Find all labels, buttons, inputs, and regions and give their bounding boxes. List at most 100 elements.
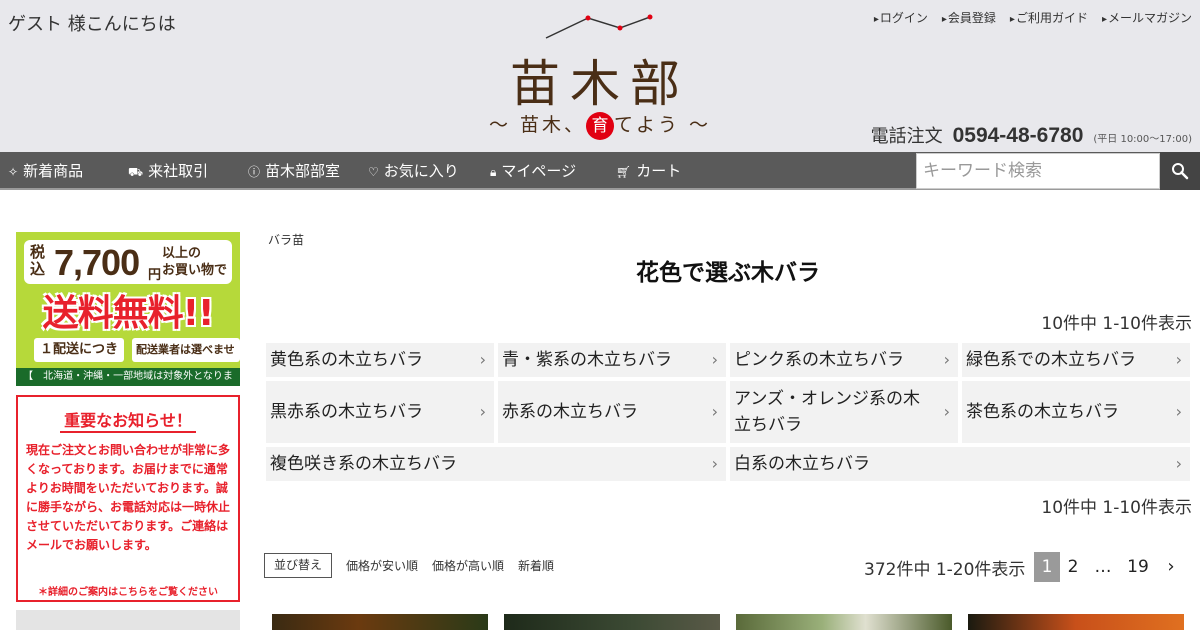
per-shipment-label: １配送につき xyxy=(34,338,125,362)
sort-price-asc[interactable]: 価格が安い順 xyxy=(346,557,418,574)
shipping-condition: 以上の お買い物で xyxy=(162,245,227,279)
cart-icon: 🛒︎ xyxy=(616,165,632,179)
category-label: 黄色系の木立ちバラ xyxy=(270,350,423,370)
shipping-yen: 円 xyxy=(148,268,162,283)
register-link[interactable]: 会員登録 xyxy=(942,9,996,26)
category-count-bottom: 10件中 1-10件表示 xyxy=(1041,498,1192,518)
category-label: 黒赤系の木立ちバラ xyxy=(270,402,423,422)
category-bicolor[interactable]: 複色咲き系の木立ちバラ › xyxy=(266,447,726,481)
phone-order: 電話注文 0594-48-6780 (平日 10:00〜17:00) xyxy=(871,122,1192,148)
category-green[interactable]: 緑色系での木立ちバラ › xyxy=(962,343,1190,377)
category-yellow[interactable]: 黄色系の木立ちバラ › xyxy=(266,343,494,377)
product-thumbnail[interactable] xyxy=(272,614,488,630)
heart-icon: ♡ xyxy=(368,165,379,179)
page-title: 花色で選ぶ木バラ xyxy=(636,260,820,286)
shipping-condition-line2: お買い物で xyxy=(162,263,228,278)
result-count: 372件中 1-20件表示 xyxy=(864,560,1026,580)
logo-name: 苗木部 xyxy=(510,55,690,113)
nav-item-my-page[interactable]: 🔒︎ マイページ xyxy=(490,152,576,190)
category-red[interactable]: 赤系の木立ちバラ › xyxy=(498,381,726,443)
shipping-amount: 7,700 xyxy=(54,242,140,283)
category-label: ピンク系の木立ちバラ xyxy=(734,350,904,370)
carrier-note: 配送業者は選べません xyxy=(132,338,240,380)
notice-details-link[interactable]: ＊詳細のご案内はこちらをご覧ください xyxy=(18,583,238,598)
breadcrumb[interactable]: バラ苗 xyxy=(268,231,304,248)
info-icon: ⓘ xyxy=(248,165,261,179)
site-header: ゲスト 様こんにちは ログイン 会員登録 ご利用ガイド メールマガジン 苗木部 … xyxy=(0,0,1200,152)
search-icon xyxy=(1172,163,1189,180)
search-input[interactable] xyxy=(916,153,1160,189)
phone-label: 電話注文 xyxy=(870,126,943,147)
product-thumbnail[interactable] xyxy=(736,614,952,630)
product-thumbnail[interactable] xyxy=(968,614,1184,630)
chevron-right-icon: › xyxy=(1175,454,1182,473)
sidebar-box xyxy=(16,610,240,630)
category-label: アンズ・オレンジ系の木立ちバラ xyxy=(734,389,920,435)
nav-item-cart[interactable]: 🛒︎ カート xyxy=(616,152,681,190)
nav-item-favorites[interactable]: ♡ お気に入り xyxy=(368,152,459,190)
chevron-right-icon: › xyxy=(711,350,718,369)
sort-label: 並び替え xyxy=(264,553,333,578)
category-white[interactable]: 白系の木立ちバラ › xyxy=(730,447,1190,481)
chevron-right-icon: › xyxy=(943,350,950,369)
category-label: 緑色系での木立ちバラ xyxy=(966,350,1136,370)
category-pink[interactable]: ピンク系の木立ちバラ › xyxy=(730,343,958,377)
important-notice-banner[interactable]: 重要なお知らせ！ 現在ご注文とお問い合わせが非常に多くなっております。お届けまで… xyxy=(16,395,240,602)
category-label: 青・紫系の木立ちバラ xyxy=(502,350,672,370)
tagline-before: ～ 苗木、 xyxy=(488,114,586,136)
nav-item-club-room[interactable]: ⓘ 苗木部部室 xyxy=(248,152,340,190)
chevron-right-icon: › xyxy=(479,402,486,421)
truck-icon: ⛟ xyxy=(128,165,144,179)
category-label: 赤系の木立ちバラ xyxy=(502,402,638,422)
login-link[interactable]: ログイン xyxy=(874,9,928,26)
search-button[interactable] xyxy=(1160,152,1200,190)
guide-link[interactable]: ご利用ガイド xyxy=(1010,9,1088,26)
sort-newest[interactable]: 新着順 xyxy=(518,557,554,574)
notice-underline xyxy=(60,431,196,433)
chevron-right-icon: › xyxy=(1167,556,1175,577)
category-apricot-orange[interactable]: アンズ・オレンジ系の木立ちバラ › xyxy=(730,381,958,443)
nav-item-new-products[interactable]: ✧ 新着商品 xyxy=(8,152,83,190)
chevron-right-icon: › xyxy=(943,402,950,421)
free-shipping-banner[interactable]: 税込 7,700 円 以上の お買い物で 送料無料!! １配送につき 配送業者は… xyxy=(16,232,240,386)
shipping-condition-line1: 以上の xyxy=(162,246,202,261)
nav-item-label: 来社取引 xyxy=(148,162,209,180)
shipping-tax-label: 税込 xyxy=(30,243,46,278)
page-19[interactable]: 19 xyxy=(1124,552,1152,582)
sparkle-icon: ✧ xyxy=(8,165,19,179)
chevron-right-icon: › xyxy=(711,402,718,421)
category-label: 茶色系の木立ちバラ xyxy=(966,402,1119,422)
chevron-right-icon: › xyxy=(1175,350,1182,369)
greeting-text: ゲスト 様こんにちは xyxy=(8,14,176,35)
page-2[interactable]: 2 xyxy=(1062,552,1084,582)
chevron-right-icon: › xyxy=(711,454,718,473)
product-thumbnail[interactable] xyxy=(504,614,720,630)
site-logo[interactable]: 苗木部 ～ 苗木、育てよう ～ xyxy=(478,14,722,140)
nav-item-label: マイページ xyxy=(501,162,577,180)
chevron-right-icon: › xyxy=(1175,402,1182,421)
next-page-button[interactable]: › xyxy=(1160,552,1182,582)
page-1[interactable]: 1 xyxy=(1034,552,1060,582)
nav-item-visit-trade[interactable]: ⛟ 来社取引 xyxy=(128,152,208,190)
top-links: ログイン 会員登録 ご利用ガイド メールマガジン xyxy=(874,9,1192,26)
lock-icon: 🔒︎ xyxy=(490,165,497,179)
category-blue-purple[interactable]: 青・紫系の木立ちバラ › xyxy=(498,343,726,377)
nav-item-label: カート xyxy=(636,162,682,180)
category-black-red[interactable]: 黒赤系の木立ちバラ › xyxy=(266,381,494,443)
page-ellipsis: … xyxy=(1094,557,1112,577)
newsletter-link[interactable]: メールマガジン xyxy=(1102,9,1192,26)
sort-price-desc[interactable]: 価格が高い順 xyxy=(432,557,504,574)
category-brown[interactable]: 茶色系の木立ちバラ › xyxy=(962,381,1190,443)
phone-number[interactable]: 0594-48-6780 xyxy=(953,124,1084,148)
chevron-right-icon: › xyxy=(479,350,486,369)
sort-bar: 並び替え 価格が安い順 価格が高い順 新着順 xyxy=(264,553,554,578)
tagline-highlight: 育 xyxy=(586,111,614,140)
tagline-after: てよう ～ xyxy=(614,114,712,136)
free-shipping-text: 送料無料!! xyxy=(42,293,215,334)
category-label: 複色咲き系の木立ちバラ xyxy=(270,454,457,474)
notice-title: 重要なお知らせ！ xyxy=(64,411,192,430)
logo-tagline: ～ 苗木、育てよう ～ xyxy=(478,110,722,140)
category-label: 白系の木立ちバラ xyxy=(734,454,870,474)
nav-item-label: 新着商品 xyxy=(23,162,84,180)
category-count-top: 10件中 1-10件表示 xyxy=(1041,314,1192,334)
